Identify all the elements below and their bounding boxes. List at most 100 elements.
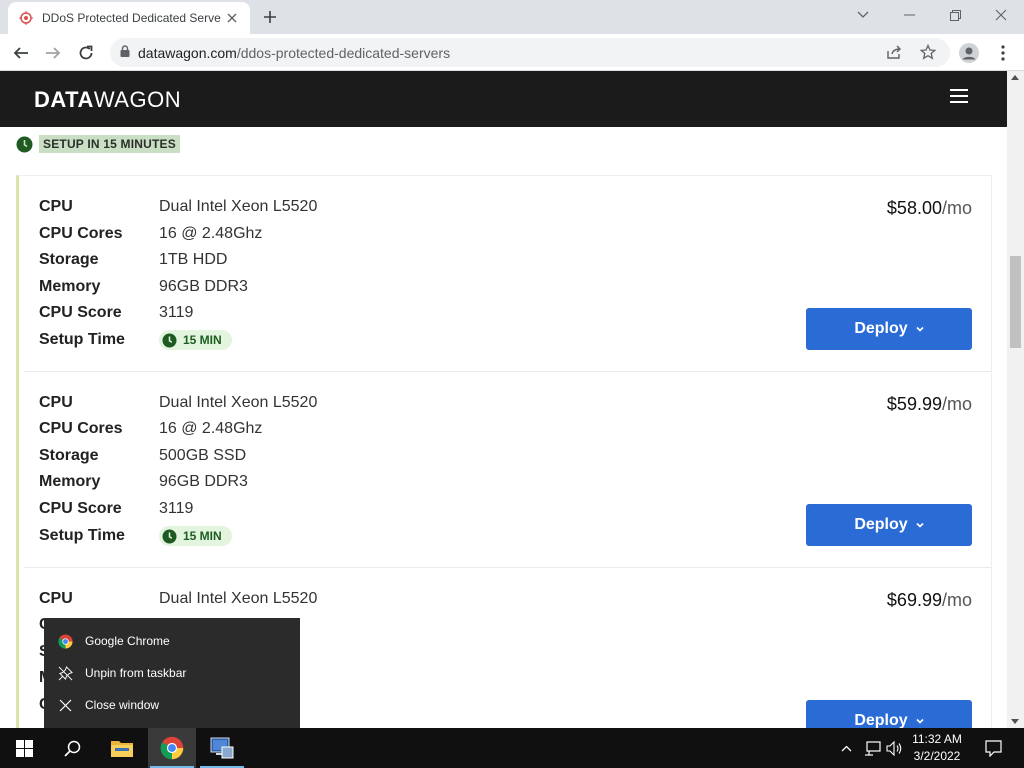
spec-value: Dual Intel Xeon L5520 [159, 198, 318, 215]
browser-tab[interactable]: DDoS Protected Dedicated Serve [8, 2, 250, 34]
folder-icon [111, 741, 133, 757]
chevron-down-icon [916, 718, 924, 724]
price: $69.99/mo [887, 590, 972, 611]
clock-icon [16, 136, 33, 152]
menu-item-unpin[interactable]: Unpin from taskbar [44, 657, 300, 689]
price-period: /mo [941, 590, 972, 610]
spec-label: Setup Time [39, 527, 125, 544]
spec-score: CPU Score 3119 [39, 499, 193, 519]
setup-time-badge: 15 MIN [159, 330, 232, 350]
price-period: /mo [941, 394, 972, 414]
url-domain: datawagon.com [138, 44, 237, 61]
spec-label: Storage [39, 251, 99, 268]
spec-label: CPU Score [39, 500, 122, 517]
spec-storage: Storage 1TB HDD [39, 250, 227, 270]
spec-cores: CPU Cores 16 @ 2.48Ghz [39, 419, 262, 439]
search-button[interactable] [48, 728, 96, 768]
address-bar[interactable]: datawagon.com/ddos-protected-dedicated-s… [110, 38, 950, 67]
menu-item-label: Google Chrome [85, 634, 170, 648]
url-text: datawagon.com/ddos-protected-dedicated-s… [138, 45, 450, 61]
volume-tray[interactable] [884, 728, 904, 768]
bookmark-star-icon[interactable] [919, 43, 937, 65]
notifications-button[interactable] [978, 728, 1008, 768]
lock-icon [120, 44, 130, 62]
deploy-label: Deploy [854, 516, 908, 533]
logo-light-text: WAGON [93, 87, 182, 112]
windows-logo-icon [15, 739, 33, 757]
profile-avatar-icon[interactable] [956, 40, 982, 66]
menu-item-label: Unpin from taskbar [85, 666, 187, 680]
start-button[interactable] [0, 728, 48, 768]
spec-label: CPU Score [39, 304, 122, 321]
spec-label: Storage [39, 447, 99, 464]
tab-close-icon[interactable] [224, 10, 240, 26]
menu-item-label: Close window [85, 698, 160, 712]
chrome-taskbar-button[interactable] [148, 728, 196, 768]
close-window-icon[interactable] [978, 0, 1024, 30]
tab-search-icon[interactable] [840, 0, 886, 30]
system-clock[interactable]: 11:32 AM 3/2/2022 [905, 731, 969, 765]
scroll-up-icon[interactable] [1011, 75, 1019, 80]
price: $58.00/mo [887, 198, 972, 219]
browser-menu-icon[interactable] [990, 40, 1016, 66]
deploy-label: Deploy [854, 712, 908, 728]
clock-icon [162, 333, 177, 347]
site-header: DATAWAGON [0, 71, 1007, 127]
menu-item-close-window[interactable]: Close window [44, 689, 300, 721]
chevron-down-icon [916, 326, 924, 332]
minimize-icon[interactable] [886, 0, 932, 30]
site-logo[interactable]: DATAWAGON [34, 87, 181, 113]
deploy-button[interactable]: Deploy [806, 308, 972, 350]
clock-icon [162, 529, 177, 543]
remote-desktop-icon [210, 737, 234, 759]
restore-icon[interactable] [932, 0, 978, 30]
page-scrollbar[interactable] [1007, 71, 1024, 728]
spec-value: 500GB SSD [159, 447, 247, 464]
price-amount: $59.99 [886, 394, 942, 414]
scroll-down-icon[interactable] [1011, 719, 1019, 724]
price-period: /mo [941, 198, 972, 218]
taskbar-context-menu: Google Chrome Unpin from taskbar Close w… [44, 618, 300, 728]
share-icon[interactable] [886, 45, 902, 65]
spec-value: 3119 [159, 500, 194, 517]
network-icon [864, 740, 881, 756]
hamburger-menu-icon[interactable] [950, 89, 968, 103]
spec-setup: Setup Time 15 MIN [39, 526, 232, 546]
menu-item-google-chrome[interactable]: Google Chrome [44, 625, 300, 657]
spec-value: Dual Intel Xeon L5520 [159, 590, 318, 607]
spec-value: Dual Intel Xeon L5520 [159, 394, 318, 411]
remote-desktop-button[interactable] [198, 728, 246, 768]
setup-time-badge: 15 MIN [159, 526, 232, 546]
volume-icon [885, 740, 901, 756]
notification-icon [984, 739, 1002, 757]
spec-label: CPU Cores [39, 420, 123, 437]
setup-badge-text: SETUP IN 15 MINUTES [39, 135, 180, 153]
reload-icon[interactable] [73, 40, 99, 66]
forward-icon[interactable] [40, 40, 66, 66]
spec-label: Setup Time [39, 331, 125, 348]
spec-label: Memory [39, 473, 101, 490]
tab-title: DDoS Protected Dedicated Serve [42, 11, 221, 25]
network-tray[interactable] [862, 728, 882, 768]
back-icon[interactable] [8, 40, 34, 66]
deploy-button[interactable]: Deploy [806, 700, 972, 728]
spec-memory: Memory 96GB DDR3 [39, 277, 248, 297]
setup-time-text: 15 MIN [183, 333, 222, 347]
spec-score: CPU Score 3119 [39, 303, 193, 323]
tab-strip: DDoS Protected Dedicated Serve [0, 0, 1024, 34]
spec-value: 16 @ 2.48Ghz [159, 225, 263, 242]
new-tab-icon[interactable] [258, 5, 282, 29]
deploy-button[interactable]: Deploy [806, 504, 972, 546]
scrollbar-thumb[interactable] [1010, 256, 1021, 348]
spec-value: 1TB HDD [159, 251, 228, 268]
show-hidden-icons[interactable] [838, 728, 854, 768]
server-card: CPU Dual Intel Xeon L5520 CPU Cores 16 @ 2… [24, 176, 991, 372]
file-explorer-button[interactable] [98, 728, 146, 768]
deploy-label: Deploy [854, 320, 908, 337]
site-favicon-icon [18, 10, 34, 26]
spec-cpu: CPU Dual Intel Xeon L5520 [39, 589, 317, 609]
spec-cpu: CPU Dual Intel Xeon L5520 [39, 197, 317, 217]
clock-time: 11:32 AM [912, 732, 962, 746]
spec-cores: CPU Cores 16 @ 2.48Ghz [39, 224, 262, 244]
spec-memory: Memory 96GB DDR3 [39, 472, 248, 492]
